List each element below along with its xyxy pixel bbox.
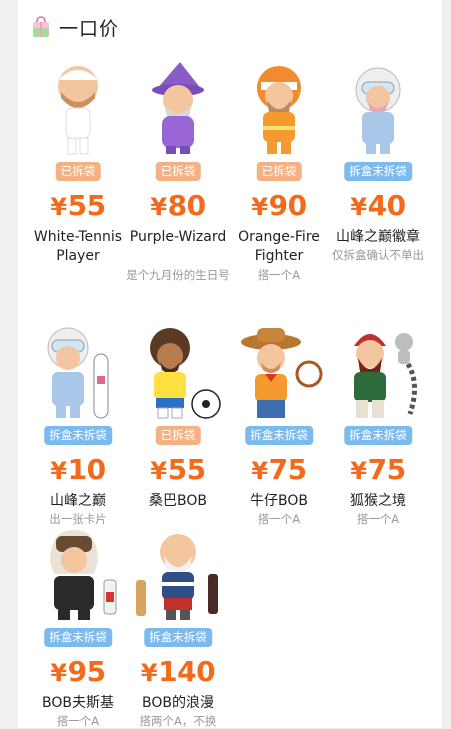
status-badge: 拆盒未拆袋	[44, 426, 112, 445]
tennis-player-figure-icon	[57, 66, 99, 155]
samba-figure-icon	[150, 328, 221, 419]
product-name: 山峰之巅徽章	[336, 229, 420, 245]
section-header: 一口价	[31, 14, 119, 40]
product-note: 搭一个A	[356, 512, 400, 526]
price: ¥140	[140, 655, 216, 688]
lemur-figure-icon	[354, 333, 417, 418]
product-name: 狐猴之境	[350, 493, 406, 509]
product-note: 出一张卡片	[49, 512, 107, 526]
status-badge: 已拆袋	[55, 162, 101, 181]
product-note: 搭一个A	[257, 268, 301, 282]
product-note: 仅拆盒确认不单出	[332, 248, 424, 262]
romance-figure-icon	[136, 534, 218, 620]
price: ¥40	[350, 189, 406, 222]
price: ¥75	[350, 453, 406, 486]
status-badge: 拆盒未拆袋	[344, 162, 412, 181]
status-badge: 已拆袋	[256, 162, 302, 181]
status-badge: 拆盒未拆袋	[144, 628, 212, 647]
fur-hat-figure-icon	[50, 530, 117, 620]
status-badge: 拆盒未拆袋	[344, 426, 412, 445]
snowboarder-figure-icon	[47, 327, 109, 419]
status-badge: 已拆袋	[155, 162, 201, 181]
price-list-card: 一口价 已拆袋 ¥55 White-Tennis Player 已拆袋 ¥80 …	[18, 0, 442, 728]
section-title: 一口价	[59, 17, 120, 40]
mountain-climber-figure-icon	[355, 67, 401, 154]
shopping-bag-icon	[33, 16, 49, 37]
status-badge: 拆盒未拆袋	[245, 426, 313, 445]
product-note: 搭两个A，不换	[139, 714, 217, 728]
cowboy-figure-icon	[241, 328, 323, 418]
product-name: BOB的浪漫	[142, 695, 214, 711]
status-badge: 拆盒未拆袋	[44, 628, 112, 647]
fire-fighter-figure-icon	[257, 66, 301, 154]
wizard-figure-icon	[152, 62, 204, 154]
status-badge: 已拆袋	[155, 426, 201, 445]
